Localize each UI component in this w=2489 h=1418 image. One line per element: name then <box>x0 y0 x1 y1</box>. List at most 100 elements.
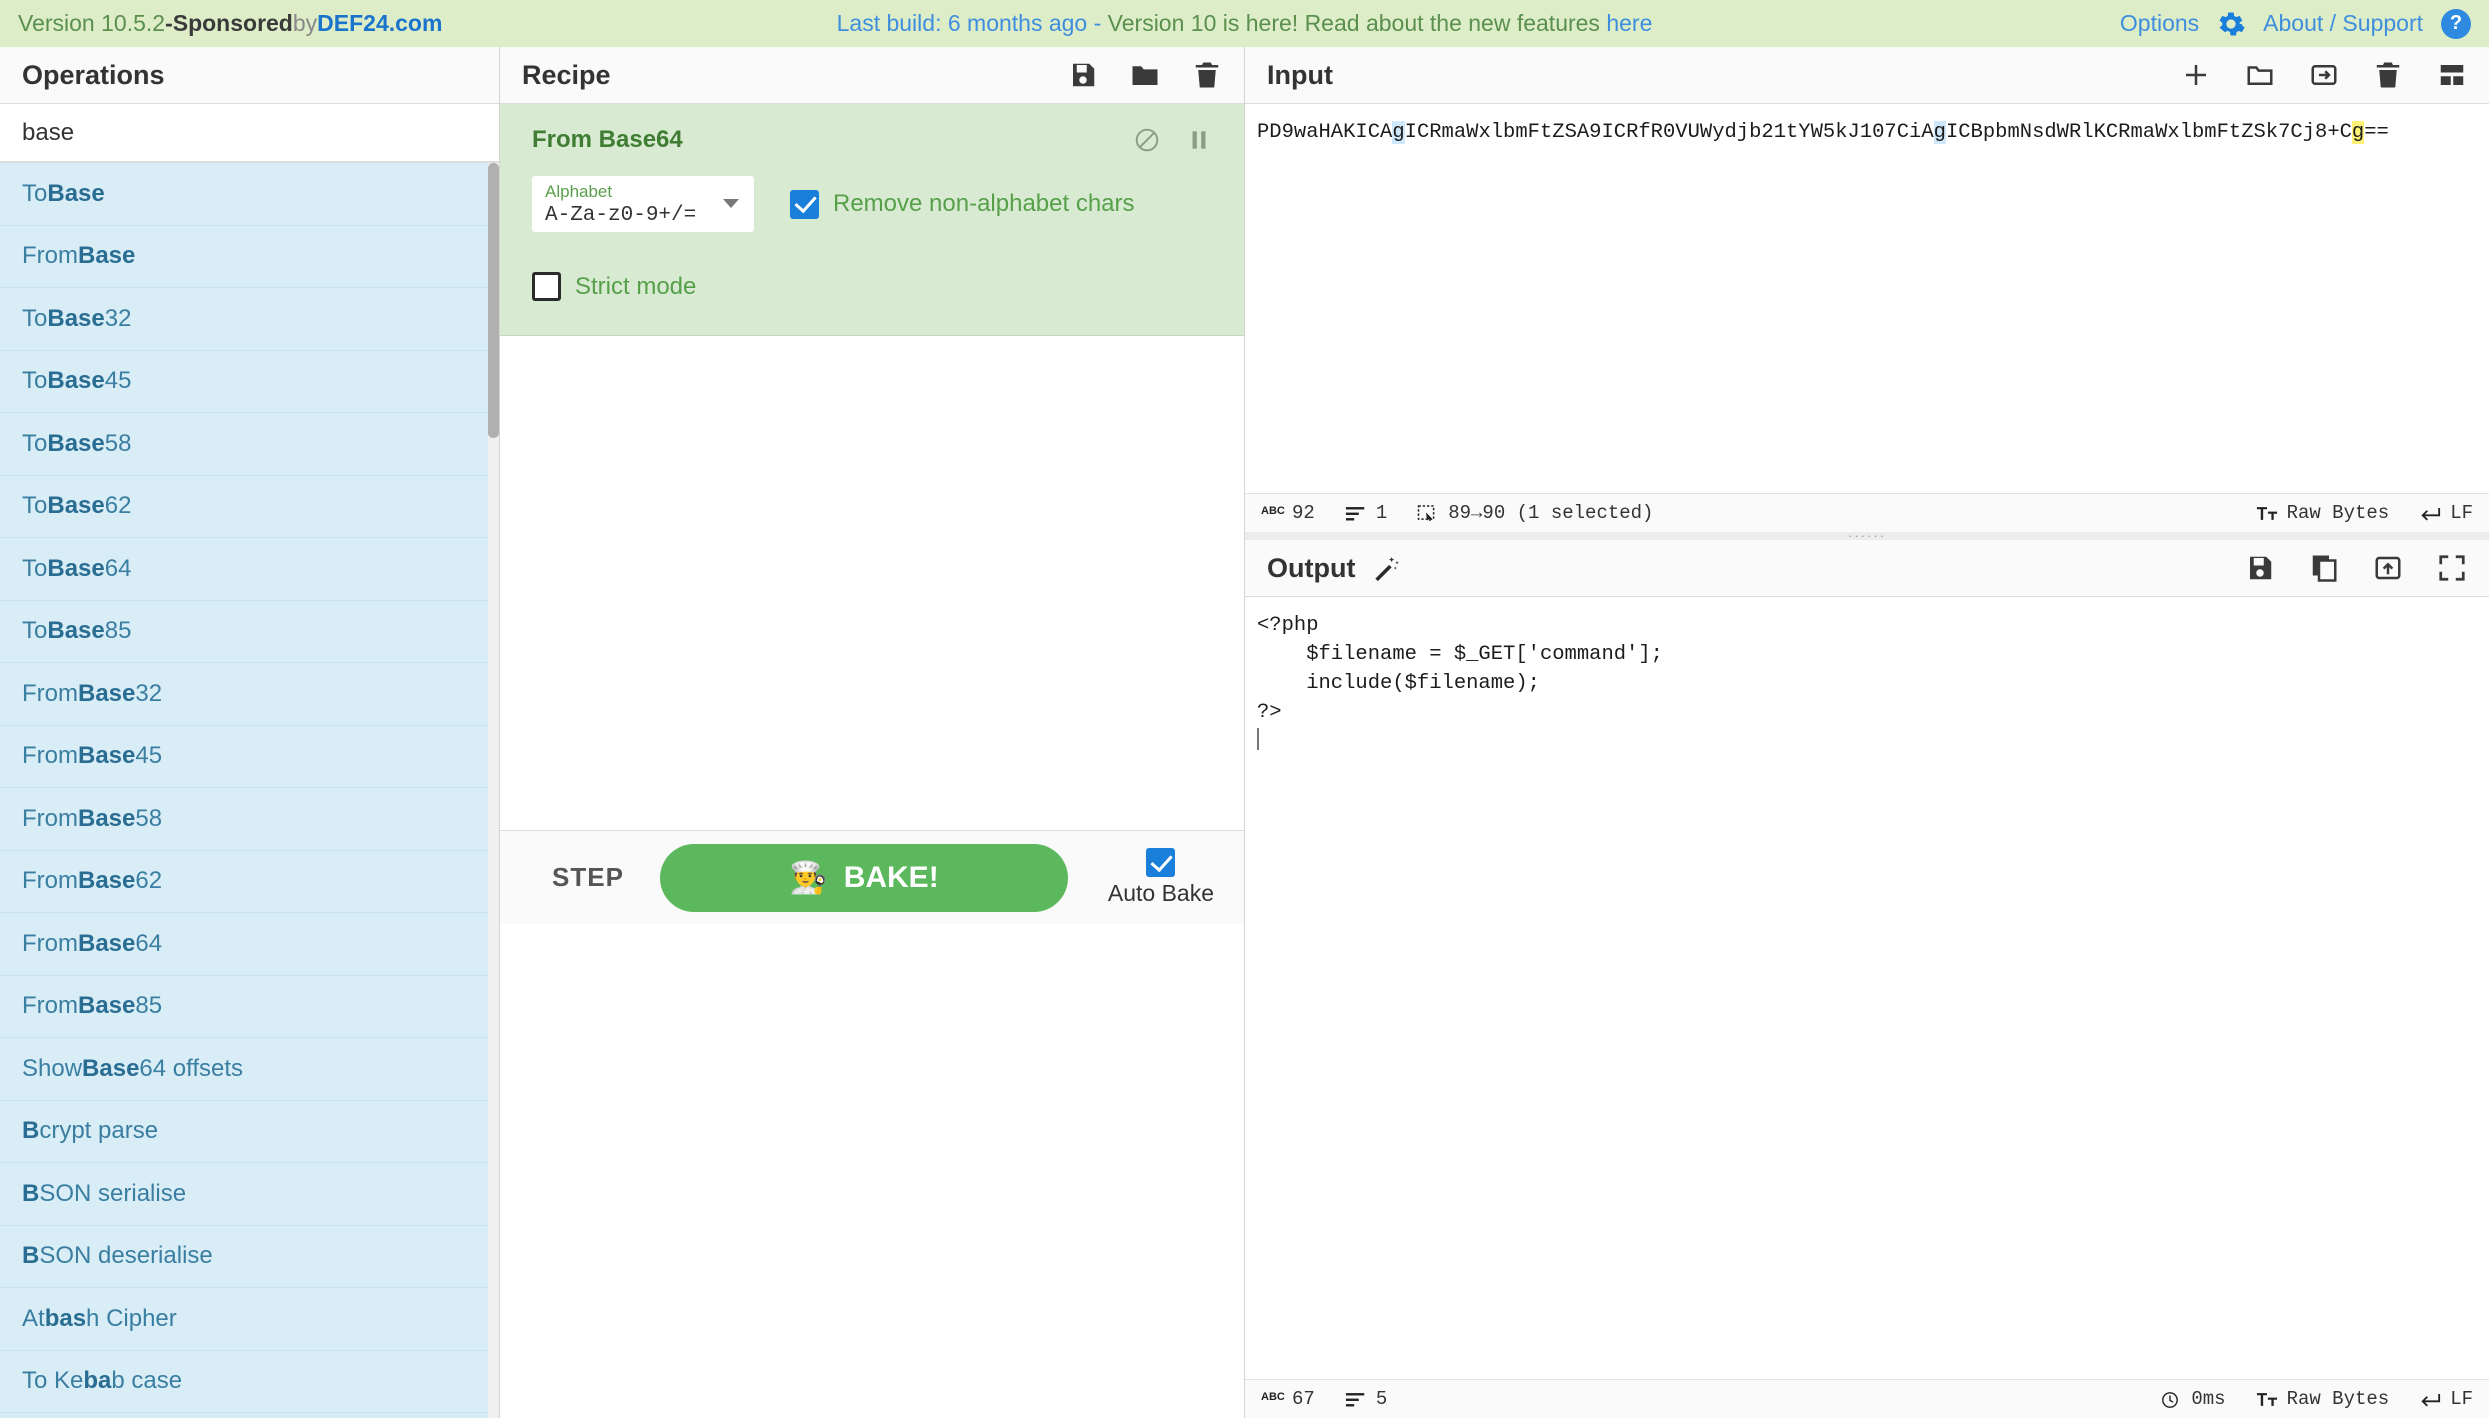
gear-icon[interactable] <box>2217 10 2245 38</box>
copy-icon[interactable] <box>2309 553 2339 583</box>
operation-label-pre: Show <box>22 1054 83 1082</box>
operation-list-item[interactable]: At bas h Cipher <box>0 1288 499 1351</box>
new-features-link[interactable]: here <box>1606 10 1652 36</box>
abc-icon: ABC <box>1261 1390 1285 1403</box>
save-icon[interactable] <box>1068 60 1098 90</box>
trash-icon[interactable] <box>1192 60 1222 90</box>
input-text-part3: ICBpbmNsdWRlKCRmaWxlbmFtZSk7Cj8+C <box>1945 121 2352 144</box>
operation-label-post: 32 <box>104 304 132 332</box>
operation-label-match: Base <box>47 492 105 520</box>
input-encoding-group[interactable]: Raw Bytes <box>2256 502 2389 524</box>
disable-icon[interactable] <box>1134 127 1160 153</box>
operation-list-item[interactable]: Show Base 64 offsets <box>0 1038 499 1101</box>
replace-input-icon[interactable] <box>2373 553 2403 583</box>
checkbox-checked-icon[interactable] <box>790 189 819 219</box>
checkbox-checked-icon[interactable] <box>1146 848 1176 877</box>
operation-list-item[interactable]: From Base 45 <box>0 725 499 788</box>
sponsor-link[interactable]: DEF24.com <box>317 10 442 37</box>
remove-non-alphabet-chars-checkbox[interactable]: Remove non-alphabet chars <box>790 189 1135 219</box>
operation-list-item[interactable]: From Base 62 <box>0 850 499 913</box>
pause-icon[interactable] <box>1186 127 1212 153</box>
sponsored-text: Sponsored <box>172 10 293 36</box>
checkbox-unchecked-icon[interactable] <box>532 272 561 301</box>
auto-bake-checkbox[interactable]: Auto Bake <box>1108 848 1214 907</box>
operation-list-item[interactable]: From Base 32 <box>0 663 499 726</box>
by-text: by <box>292 10 318 36</box>
operation-list-item[interactable]: To Base 32 <box>0 288 499 351</box>
output-lines-value: 5 <box>1375 1388 1388 1410</box>
alphabet-select[interactable]: Alphabet A-Za-z0-9+/= <box>532 176 754 232</box>
operation-list-item[interactable]: From Base 58 <box>0 788 499 851</box>
strict-mode-checkbox[interactable]: Strict mode <box>532 272 1212 301</box>
input-eol-group[interactable]: LF <box>2419 502 2473 524</box>
bake-button[interactable]: 👨‍🍳 BAKE! <box>659 843 1068 912</box>
input-textarea[interactable]: PD9waHAKICAgICRmaWxlbmFtZSA9ICRfR0VUWydj… <box>1245 104 2489 493</box>
output-textarea[interactable]: <?php $filename = $_GET['command']; incl… <box>1245 597 2489 1379</box>
folder-icon[interactable] <box>1130 60 1160 90</box>
folder-open-icon[interactable] <box>2245 60 2275 90</box>
chevron-down-icon[interactable] <box>723 199 739 208</box>
operation-list-item[interactable]: B SON deserialise <box>0 1225 499 1288</box>
io-splitter[interactable]: ······ <box>1245 528 2489 543</box>
operation-list-item[interactable]: To Base 45 <box>0 350 499 413</box>
operation-label-post: crypt parse <box>39 1117 159 1145</box>
input-lines-group: 1 <box>1345 502 1387 524</box>
output-encoding-value: Raw Bytes <box>2286 1388 2390 1410</box>
plus-icon[interactable] <box>2181 60 2211 90</box>
operation-list-item[interactable]: To Ke ba b case <box>0 1350 499 1413</box>
operations-panel: Operations To BaseFrom BaseTo Base32To B… <box>0 47 500 1418</box>
output-length-group: ABC 67 <box>1261 1388 1315 1410</box>
operation-label-post: 85 <box>104 617 132 645</box>
font-icon <box>2256 505 2278 522</box>
about-support-button[interactable]: About / Support <box>2263 10 2423 37</box>
open-folder-as-input-icon[interactable] <box>2309 60 2339 90</box>
maximise-icon[interactable] <box>2437 553 2467 583</box>
operation-list-item[interactable]: From Base 85 <box>0 975 499 1038</box>
operation-list-item[interactable]: To Base 85 <box>0 600 499 663</box>
save-icon[interactable] <box>2245 553 2275 583</box>
splitter-handle: ······ <box>1848 528 1886 543</box>
selection-icon <box>1417 504 1439 522</box>
output-status-right: 0ms Raw Bytes LF <box>2130 1388 2473 1410</box>
operations-list: To Base From Base To Base 32 To Base 45 To Bas… <box>0 163 499 1418</box>
operation-label-pre: To Ke <box>22 1367 84 1395</box>
operation-list-item[interactable]: From Base <box>0 225 499 288</box>
recipe-footer: STEP 👨‍🍳 BAKE! Auto Bake <box>500 830 1244 924</box>
operation-list-item[interactable]: To Base 58 <box>0 413 499 476</box>
step-button[interactable]: STEP <box>530 862 646 893</box>
return-icon <box>2419 1391 2441 1408</box>
operation-list-item[interactable]: Bcrypt parse <box>0 1100 499 1163</box>
operation-list-item[interactable]: B SON serialise <box>0 1163 499 1226</box>
operation-label-match: Base <box>47 179 105 207</box>
output-time-value: 0ms <box>2191 1388 2226 1410</box>
operations-scrollbar[interactable] <box>488 163 499 1418</box>
operation-label-match: B <box>22 1179 40 1207</box>
recipe-title: Recipe <box>522 59 611 90</box>
input-status-right: Raw Bytes LF <box>2226 502 2473 524</box>
operation-list-item[interactable]: To Base 64 <box>0 538 499 601</box>
magic-wand-icon[interactable] <box>1371 553 1401 583</box>
operation-label-post: 64 offsets <box>139 1054 244 1082</box>
operation-list-item[interactable]: To Base 62 <box>0 475 499 538</box>
input-text-selection-1: g <box>1392 121 1405 144</box>
recipe-operation-card[interactable]: From Base64 Alphabet A-Za-z0-9+/= Remove… <box>500 104 1244 336</box>
version-notice-text: Version 10 is here! Read about the new f… <box>1107 10 1607 36</box>
operation-list-item[interactable]: To Base <box>0 163 499 226</box>
operation-label-post: 58 <box>135 804 163 832</box>
operations-scrollbar-thumb[interactable] <box>488 163 499 438</box>
output-header: Output <box>1245 540 2489 597</box>
search-input[interactable] <box>0 104 499 161</box>
output-encoding-group[interactable]: Raw Bytes <box>2256 1388 2390 1410</box>
options-button[interactable]: Options <box>2120 10 2199 37</box>
main-area: Operations To BaseFrom BaseTo Base32To B… <box>0 47 2489 1418</box>
operation-list-item[interactable]: From Base 64 <box>0 913 499 976</box>
input-lines-value: 1 <box>1375 502 1388 524</box>
trash-icon[interactable] <box>2373 60 2403 90</box>
tabs-layout-icon[interactable] <box>2437 60 2467 90</box>
input-header-icons <box>2181 60 2467 90</box>
output-eol-group[interactable]: LF <box>2419 1388 2473 1410</box>
input-text-selection-2: g <box>1933 121 1946 144</box>
recipe-panel: Recipe From Base64 Alphabet A-Za-z0-9+/=… <box>500 47 1245 1418</box>
abc-icon: ABC <box>1261 504 1285 517</box>
question-mark-icon[interactable]: ? <box>2441 8 2471 39</box>
